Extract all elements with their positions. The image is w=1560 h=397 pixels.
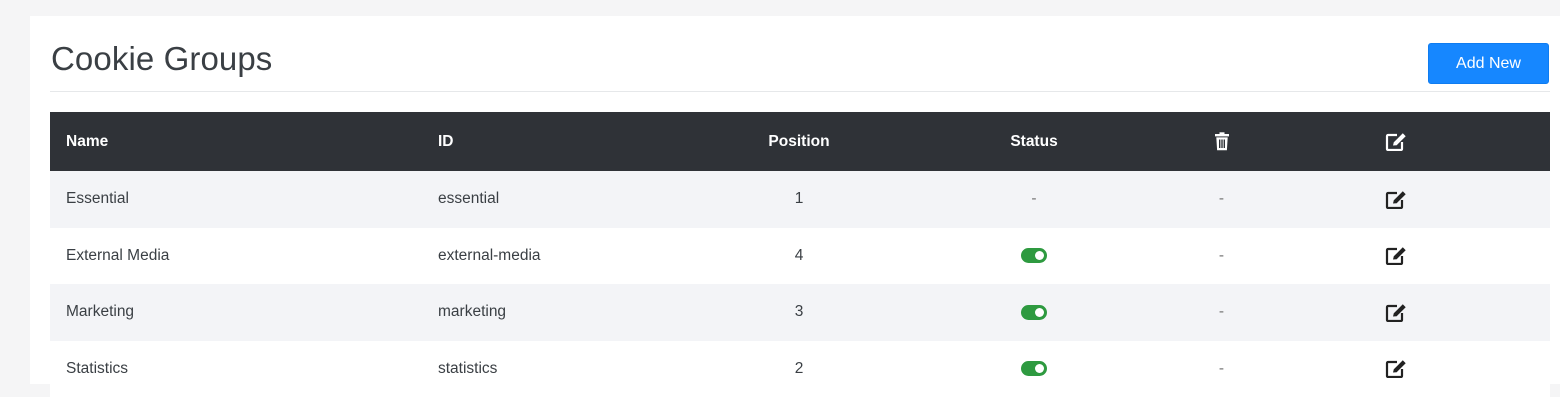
table-row: Essential essential 1 - - bbox=[50, 171, 1550, 228]
status-toggle[interactable] bbox=[1021, 248, 1047, 263]
column-header-edit bbox=[1241, 112, 1550, 171]
page-title: Cookie Groups bbox=[51, 40, 272, 78]
status-toggle[interactable] bbox=[1021, 361, 1047, 376]
trash-icon bbox=[1214, 133, 1230, 150]
cell-name: Statistics bbox=[50, 341, 422, 397]
edit-icon[interactable] bbox=[1385, 247, 1407, 264]
cell-id: statistics bbox=[422, 341, 732, 397]
cell-status bbox=[866, 284, 1202, 341]
table-row: External Media external-media 4 - bbox=[50, 228, 1550, 285]
column-header-status: Status bbox=[866, 112, 1202, 171]
cookie-groups-card: Cookie Groups Add New Name ID Position S… bbox=[30, 16, 1560, 384]
status-toggle[interactable] bbox=[1021, 305, 1047, 320]
cell-id: essential bbox=[422, 171, 732, 228]
cell-delete: - bbox=[1202, 284, 1241, 341]
add-new-button[interactable]: Add New bbox=[1428, 43, 1549, 84]
cell-position: 2 bbox=[732, 341, 866, 397]
cell-edit bbox=[1241, 341, 1550, 397]
edit-icon[interactable] bbox=[1385, 360, 1407, 377]
cell-delete: - bbox=[1202, 171, 1241, 228]
page-header: Cookie Groups Add New bbox=[50, 16, 1550, 92]
table-row: Marketing marketing 3 - bbox=[50, 284, 1550, 341]
cell-position: 4 bbox=[732, 228, 866, 285]
cell-delete: - bbox=[1202, 341, 1241, 397]
edit-icon[interactable] bbox=[1385, 190, 1407, 207]
edit-icon bbox=[1385, 133, 1407, 150]
edit-icon[interactable] bbox=[1385, 303, 1407, 320]
cookie-groups-table: Name ID Position Status bbox=[50, 112, 1550, 397]
cell-edit bbox=[1241, 228, 1550, 285]
cell-edit bbox=[1241, 284, 1550, 341]
column-header-id: ID bbox=[422, 112, 732, 171]
cell-id: external-media bbox=[422, 228, 732, 285]
cell-status: - bbox=[866, 171, 1202, 228]
cell-position: 3 bbox=[732, 284, 866, 341]
column-header-position: Position bbox=[732, 112, 866, 171]
cell-name: External Media bbox=[50, 228, 422, 285]
cell-edit bbox=[1241, 171, 1550, 228]
cell-position: 1 bbox=[732, 171, 866, 228]
cell-name: Marketing bbox=[50, 284, 422, 341]
cell-id: marketing bbox=[422, 284, 732, 341]
column-header-delete bbox=[1202, 112, 1241, 171]
table-row: Statistics statistics 2 - bbox=[50, 341, 1550, 397]
table-header-row: Name ID Position Status bbox=[50, 112, 1550, 171]
cell-delete: - bbox=[1202, 228, 1241, 285]
cell-status bbox=[866, 341, 1202, 397]
column-header-name: Name bbox=[50, 112, 422, 171]
cell-name: Essential bbox=[50, 171, 422, 228]
cell-status bbox=[866, 228, 1202, 285]
